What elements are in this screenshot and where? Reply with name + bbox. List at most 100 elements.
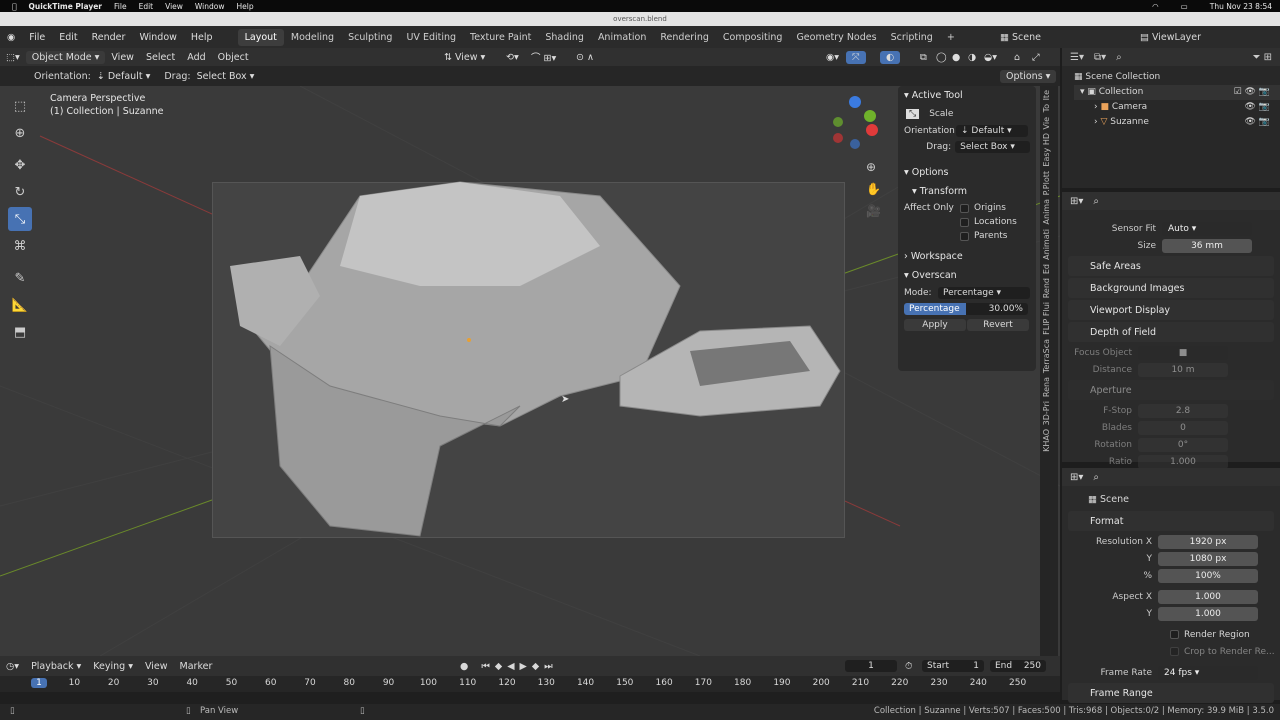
sidetab-terrasca[interactable]: TerraSca <box>1042 339 1051 373</box>
percentage-slider[interactable]: Percentage <box>904 303 966 315</box>
tl-menu-playback[interactable]: Playback ▾ <box>25 660 87 673</box>
fullscreen-icon[interactable]: ⤢ <box>1026 51 1046 64</box>
menu-window[interactable]: Window <box>132 32 183 43</box>
transform-orientation-dropdown[interactable]: ⇅ View ▾ <box>438 51 491 64</box>
props2-editor-icon[interactable]: ⊞▾ <box>1070 472 1083 483</box>
props1-search-icon[interactable]: ⌕ <box>1093 196 1099 207</box>
tl-menu-marker[interactable]: Marker <box>174 660 219 673</box>
outliner-editor-icon[interactable]: ☰▾ <box>1070 52 1084 63</box>
cursor-tool-icon[interactable]: ⊕ <box>8 121 32 145</box>
orientation-dropdown[interactable]: ⇣ Default ▾ <box>91 70 157 83</box>
resolution-pct-field[interactable]: 100% <box>1158 568 1258 583</box>
tab-shading[interactable]: Shading <box>538 29 591 46</box>
workspace-header[interactable]: › Workspace <box>898 247 1036 266</box>
hdr-menu-object[interactable]: Object <box>212 51 255 64</box>
prev-key-icon[interactable]: ◆ <box>495 661 507 672</box>
hdr-menu-view[interactable]: View <box>105 51 140 64</box>
record-icon[interactable]: ● <box>460 661 473 672</box>
sidetab-tool[interactable]: To <box>1042 104 1051 112</box>
camera-view-icon[interactable]: ⌂ <box>1008 51 1026 64</box>
depth-of-field-panel[interactable]: Depth of Field <box>1068 322 1274 342</box>
apply-button[interactable]: Apply <box>904 319 966 331</box>
menu-render[interactable]: Render <box>85 32 133 43</box>
proportional-edit-icon[interactable]: ⊙ ∧ <box>570 51 600 64</box>
app-name[interactable]: QuickTime Player <box>29 2 103 11</box>
menu-file[interactable]: File <box>22 32 52 43</box>
snap-icon[interactable]: ⌒ ⊞▾ <box>525 49 562 65</box>
transform-header[interactable]: ▾ Transform <box>898 182 1036 201</box>
viewport-display-panel[interactable]: Viewport Display <box>1068 300 1274 320</box>
mac-menu-file[interactable]: File <box>114 2 127 11</box>
outliner-search-icon[interactable]: ⌕ <box>1116 52 1122 63</box>
camera-visibility-icon[interactable]: 👁 📷 <box>1245 100 1271 115</box>
menu-help[interactable]: Help <box>184 32 220 43</box>
tab-uv-editing[interactable]: UV Editing <box>399 29 463 46</box>
props-editor-icon[interactable]: ⊞▾ <box>1070 196 1083 207</box>
tl-menu-keying[interactable]: Keying ▾ <box>87 660 139 673</box>
sidetab-view[interactable]: Vie <box>1042 117 1051 129</box>
tab-sculpting[interactable]: Sculpting <box>341 29 399 46</box>
timeline-editor-icon[interactable]: ◷▾ <box>0 660 25 673</box>
wifi-icon[interactable]: ◠ <box>1152 2 1159 11</box>
blender-logo-icon[interactable]: ◉ <box>0 32 22 43</box>
next-key-icon[interactable]: ◆ <box>532 661 544 672</box>
distance-field[interactable]: 10 m <box>1138 362 1228 377</box>
move-tool-icon[interactable]: ✥ <box>8 153 32 177</box>
overscan-mode-dropdown[interactable]: Percentage ▾ <box>938 287 1030 299</box>
collection-row[interactable]: ▾ ▣ Collection ☑ 👁 📷 <box>1074 85 1280 100</box>
annotate-tool-icon[interactable]: ✎ <box>8 266 32 290</box>
sidetab-khao[interactable]: KHAO <box>1042 429 1051 452</box>
mac-menu-window[interactable]: Window <box>195 2 225 11</box>
tab-animation[interactable]: Animation <box>591 29 653 46</box>
gizmo-icon[interactable]: ⤧ <box>846 50 866 64</box>
overlay-icon[interactable]: ◐ <box>880 50 901 64</box>
tab-rendering[interactable]: Rendering <box>653 29 716 46</box>
measure-tool-icon[interactable]: 📐 <box>8 293 32 317</box>
background-images-panel[interactable]: Background Images <box>1068 278 1274 298</box>
np-drag-dropdown[interactable]: Select Box ▾ <box>955 141 1030 153</box>
hdr-menu-add[interactable]: Add <box>181 51 211 64</box>
size-field[interactable]: 36 mm <box>1162 238 1252 253</box>
start-frame-field[interactable]: Start 1 <box>922 660 984 672</box>
sidetab-ed[interactable]: Ed <box>1042 264 1051 274</box>
zoom-icon[interactable]: ⊕ <box>866 156 881 178</box>
tab-compositing[interactable]: Compositing <box>716 29 790 46</box>
rotation-field[interactable]: 0° <box>1138 437 1228 452</box>
hdr-menu-select[interactable]: Select <box>140 51 181 64</box>
play-reverse-icon[interactable]: ◀ <box>507 661 519 672</box>
format-panel[interactable]: Format <box>1068 511 1274 531</box>
tl-menu-view[interactable]: View <box>139 660 174 673</box>
scene-selector[interactable]: ▦ Scene <box>1000 32 1041 43</box>
np-orientation-dropdown[interactable]: ⇣ Default ▾ <box>956 125 1028 137</box>
current-frame-field[interactable]: 1 <box>845 660 897 672</box>
render-region-checkbox[interactable] <box>1170 630 1179 639</box>
percentage-value[interactable]: 30.00% <box>966 303 1028 315</box>
suzanne-visibility-icon[interactable]: 👁 📷 <box>1245 115 1271 130</box>
sidetab-rena[interactable]: Rena <box>1042 377 1051 397</box>
sidetab-flip-flui[interactable]: FLIP Flui <box>1042 302 1051 335</box>
overscan-header[interactable]: ▾ Overscan <box>898 266 1036 285</box>
resolution-y-field[interactable]: 1080 px <box>1158 551 1258 566</box>
fstop-field[interactable]: 2.8 <box>1138 403 1228 418</box>
origins-checkbox[interactable] <box>960 203 969 213</box>
sidetab-pplott[interactable]: P.Plott <box>1042 171 1051 195</box>
mac-menu-view[interactable]: View <box>165 2 183 11</box>
scene-collection-row[interactable]: ▦ Scene Collection <box>1074 70 1280 85</box>
blades-field[interactable]: 0 <box>1138 420 1228 435</box>
pan-hand-icon[interactable]: ✋ <box>866 178 881 200</box>
collection-visibility-icon[interactable]: ☑ 👁 📷 <box>1234 85 1270 100</box>
tab-geometry-nodes[interactable]: Geometry Nodes <box>789 29 883 46</box>
frame-rate-dropdown[interactable]: 24 fps ▾ <box>1158 665 1258 680</box>
camera-row[interactable]: › ■ Camera 👁 📷 <box>1074 100 1280 115</box>
props2-search-icon[interactable]: ⌕ <box>1093 472 1099 483</box>
frame-range-panel[interactable]: Frame Range <box>1068 683 1274 703</box>
mac-menu-edit[interactable]: Edit <box>139 2 154 11</box>
mac-clock[interactable]: Thu Nov 23 8:54 <box>1210 2 1272 11</box>
transform-tool-icon[interactable]: ⌘ <box>8 234 32 258</box>
locations-checkbox[interactable] <box>960 217 969 227</box>
ratio-field[interactable]: 1.000 <box>1138 454 1228 469</box>
sidetab-rend[interactable]: Rend <box>1042 278 1051 298</box>
sidetab-anima[interactable]: Anima <box>1042 199 1051 224</box>
sidetab-3d-pri[interactable]: 3D-Pri <box>1042 401 1051 425</box>
shading-rendered-icon[interactable]: ◒▾ <box>978 51 1003 64</box>
